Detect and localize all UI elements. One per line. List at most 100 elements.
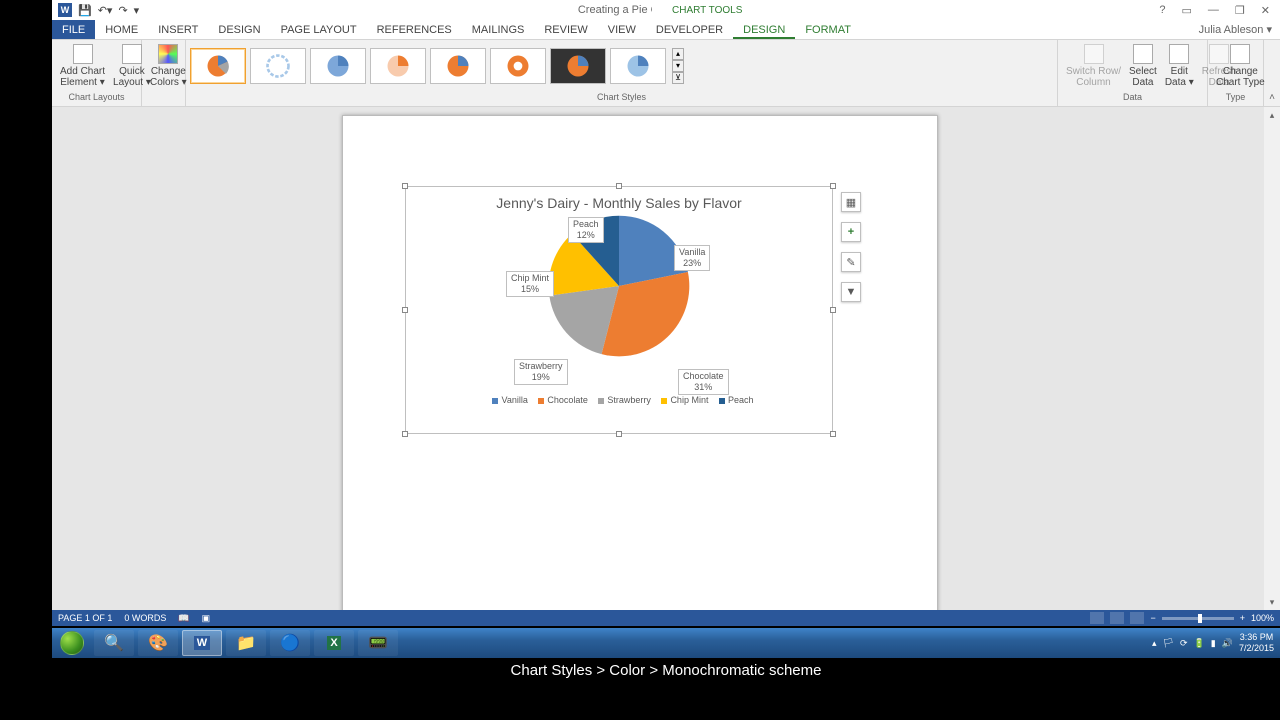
- resize-handle[interactable]: [830, 431, 836, 437]
- restore-icon[interactable]: ❐: [1231, 4, 1249, 17]
- collapse-ribbon-icon[interactable]: ˄: [1269, 92, 1275, 103]
- taskbar-chrome[interactable]: 🔵: [270, 630, 310, 656]
- print-layout-icon[interactable]: [1110, 612, 1124, 624]
- group-data: Switch Row/ Column Select Data Edit Data…: [1058, 40, 1208, 106]
- tray-volume-icon[interactable]: 🔊: [1222, 638, 1233, 649]
- tab-view[interactable]: VIEW: [598, 20, 646, 39]
- taskbar-magnifier[interactable]: 🔍: [94, 630, 134, 656]
- add-chart-element-button[interactable]: Add Chart Element ▾: [56, 42, 109, 92]
- chart-object[interactable]: Jenny's Dairy - Monthly Sales by Flavor …: [405, 186, 833, 434]
- taskbar-explorer[interactable]: 📁: [226, 630, 266, 656]
- chart-styles-more-icon[interactable]: ⊻: [672, 72, 684, 84]
- group-change-colors: Change Colors ▾: [142, 40, 186, 106]
- chart-filters-button[interactable]: ▼: [841, 282, 861, 302]
- group-chart-layouts: Add Chart Element ▾ Quick Layout ▾ Chart…: [52, 40, 142, 106]
- chart-style-8[interactable]: [610, 48, 666, 84]
- chart-style-5[interactable]: [430, 48, 486, 84]
- taskbar-calculator[interactable]: 📟: [358, 630, 398, 656]
- page: Jenny's Dairy - Monthly Sales by Flavor …: [342, 115, 938, 610]
- chart-style-7[interactable]: [550, 48, 606, 84]
- scroll-up-icon[interactable]: ▴: [1264, 107, 1280, 123]
- tray-network-icon[interactable]: ▮: [1211, 638, 1216, 649]
- tab-chart-design[interactable]: DESIGN: [733, 20, 795, 39]
- tray-action-center-icon[interactable]: 🏳: [1163, 638, 1174, 649]
- resize-handle[interactable]: [616, 183, 622, 189]
- chart-styles-button[interactable]: ✎: [841, 252, 861, 272]
- group-label-chart-layouts: Chart Layouts: [56, 92, 137, 104]
- tray-show-hidden-icon[interactable]: ▴: [1152, 638, 1157, 649]
- group-chart-styles: ▴ ▾ ⊻ Chart Styles: [186, 40, 1058, 106]
- edit-data-button[interactable]: Edit Data ▾: [1161, 42, 1198, 92]
- layout-options-button[interactable]: ▦: [841, 192, 861, 212]
- chart-legend[interactable]: Vanilla Chocolate Strawberry Chip Mint P…: [406, 391, 832, 409]
- chart-title[interactable]: Jenny's Dairy - Monthly Sales by Flavor: [406, 187, 832, 211]
- tray-clock[interactable]: 3:36 PM 7/2/2015: [1239, 632, 1274, 654]
- resize-handle[interactable]: [402, 183, 408, 189]
- resize-handle[interactable]: [616, 431, 622, 437]
- tab-insert[interactable]: INSERT: [148, 20, 208, 39]
- scroll-down-icon[interactable]: ▾: [1264, 594, 1280, 610]
- data-label-peach[interactable]: Peach12%: [568, 217, 604, 243]
- proofing-icon[interactable]: 📖: [178, 613, 189, 624]
- resize-handle[interactable]: [830, 183, 836, 189]
- account-user[interactable]: Julia Ableson ▾: [1199, 23, 1280, 36]
- read-mode-icon[interactable]: [1090, 612, 1104, 624]
- data-label-chip-mint[interactable]: Chip Mint15%: [506, 271, 554, 297]
- data-label-strawberry[interactable]: Strawberry19%: [514, 359, 568, 385]
- start-button[interactable]: [52, 628, 92, 658]
- tray-sync-icon[interactable]: ⟳: [1180, 638, 1188, 649]
- tab-design[interactable]: DESIGN: [208, 20, 270, 39]
- ribbon-display-options-icon[interactable]: ▭: [1178, 4, 1196, 17]
- data-label-chocolate[interactable]: Chocolate31%: [678, 369, 729, 395]
- zoom-in-button[interactable]: +: [1240, 613, 1245, 623]
- taskbar-word[interactable]: W: [182, 630, 222, 656]
- title-bar: W 💾 ↶▾ ↷ ▾ Creating a Pie Chart in Word …: [52, 0, 1280, 20]
- document-area: Jenny's Dairy - Monthly Sales by Flavor …: [52, 107, 1280, 610]
- group-label-data: Data: [1062, 92, 1203, 104]
- macro-record-icon[interactable]: ▣: [202, 613, 211, 624]
- legend-swatch: [598, 398, 604, 404]
- tab-review[interactable]: REVIEW: [534, 20, 597, 39]
- tab-home[interactable]: HOME: [95, 20, 148, 39]
- tab-developer[interactable]: DEVELOPER: [646, 20, 733, 39]
- tray-battery-icon[interactable]: 🔋: [1194, 638, 1205, 649]
- tab-page-layout[interactable]: PAGE LAYOUT: [271, 20, 367, 39]
- chart-style-2[interactable]: [250, 48, 306, 84]
- close-icon[interactable]: ✕: [1257, 4, 1274, 17]
- tab-references[interactable]: REFERENCES: [367, 20, 462, 39]
- status-word-count[interactable]: 0 WORDS: [124, 613, 166, 623]
- status-page[interactable]: PAGE 1 OF 1: [58, 613, 112, 623]
- vertical-scrollbar[interactable]: ▴ ▾: [1264, 107, 1280, 610]
- web-layout-icon[interactable]: [1130, 612, 1144, 624]
- chart-style-1[interactable]: [190, 48, 246, 84]
- change-colors-button[interactable]: Change Colors ▾: [146, 42, 191, 92]
- chart-style-4[interactable]: [370, 48, 426, 84]
- tab-file[interactable]: FILE: [52, 20, 95, 39]
- select-data-button[interactable]: Select Data: [1125, 42, 1161, 92]
- undo-icon[interactable]: ↶▾: [98, 4, 113, 17]
- redo-icon[interactable]: ↷: [118, 4, 127, 17]
- chart-elements-button[interactable]: +: [841, 222, 861, 242]
- data-label-vanilla[interactable]: Vanilla23%: [674, 245, 710, 271]
- help-icon[interactable]: ?: [1155, 4, 1169, 16]
- save-icon[interactable]: 💾: [78, 4, 92, 17]
- taskbar-paint[interactable]: 🎨: [138, 630, 178, 656]
- group-label-chart-styles: Chart Styles: [190, 92, 1053, 104]
- taskbar-excel[interactable]: X: [314, 630, 354, 656]
- qat-customize-icon[interactable]: ▾: [134, 4, 140, 17]
- chart-styles-scroll-up-icon[interactable]: ▴: [672, 48, 684, 60]
- switch-row-column-button: Switch Row/ Column: [1062, 42, 1125, 92]
- zoom-slider[interactable]: [1162, 617, 1234, 620]
- tab-chart-format[interactable]: FORMAT: [795, 20, 861, 39]
- tab-mailings[interactable]: MAILINGS: [462, 20, 535, 39]
- zoom-out-button[interactable]: −: [1150, 613, 1155, 623]
- chart-style-3[interactable]: [310, 48, 366, 84]
- windows-orb-icon: [60, 631, 84, 655]
- resize-handle[interactable]: [402, 431, 408, 437]
- minimize-icon[interactable]: —: [1204, 4, 1223, 16]
- zoom-level[interactable]: 100%: [1251, 613, 1274, 623]
- pie-plot-area[interactable]: Vanilla23% Chocolate31% Strawberry19% Ch…: [406, 211, 832, 391]
- chart-styles-scroll-down-icon[interactable]: ▾: [672, 60, 684, 72]
- chart-side-buttons: ▦ + ✎ ▼: [841, 192, 861, 302]
- chart-style-6[interactable]: [490, 48, 546, 84]
